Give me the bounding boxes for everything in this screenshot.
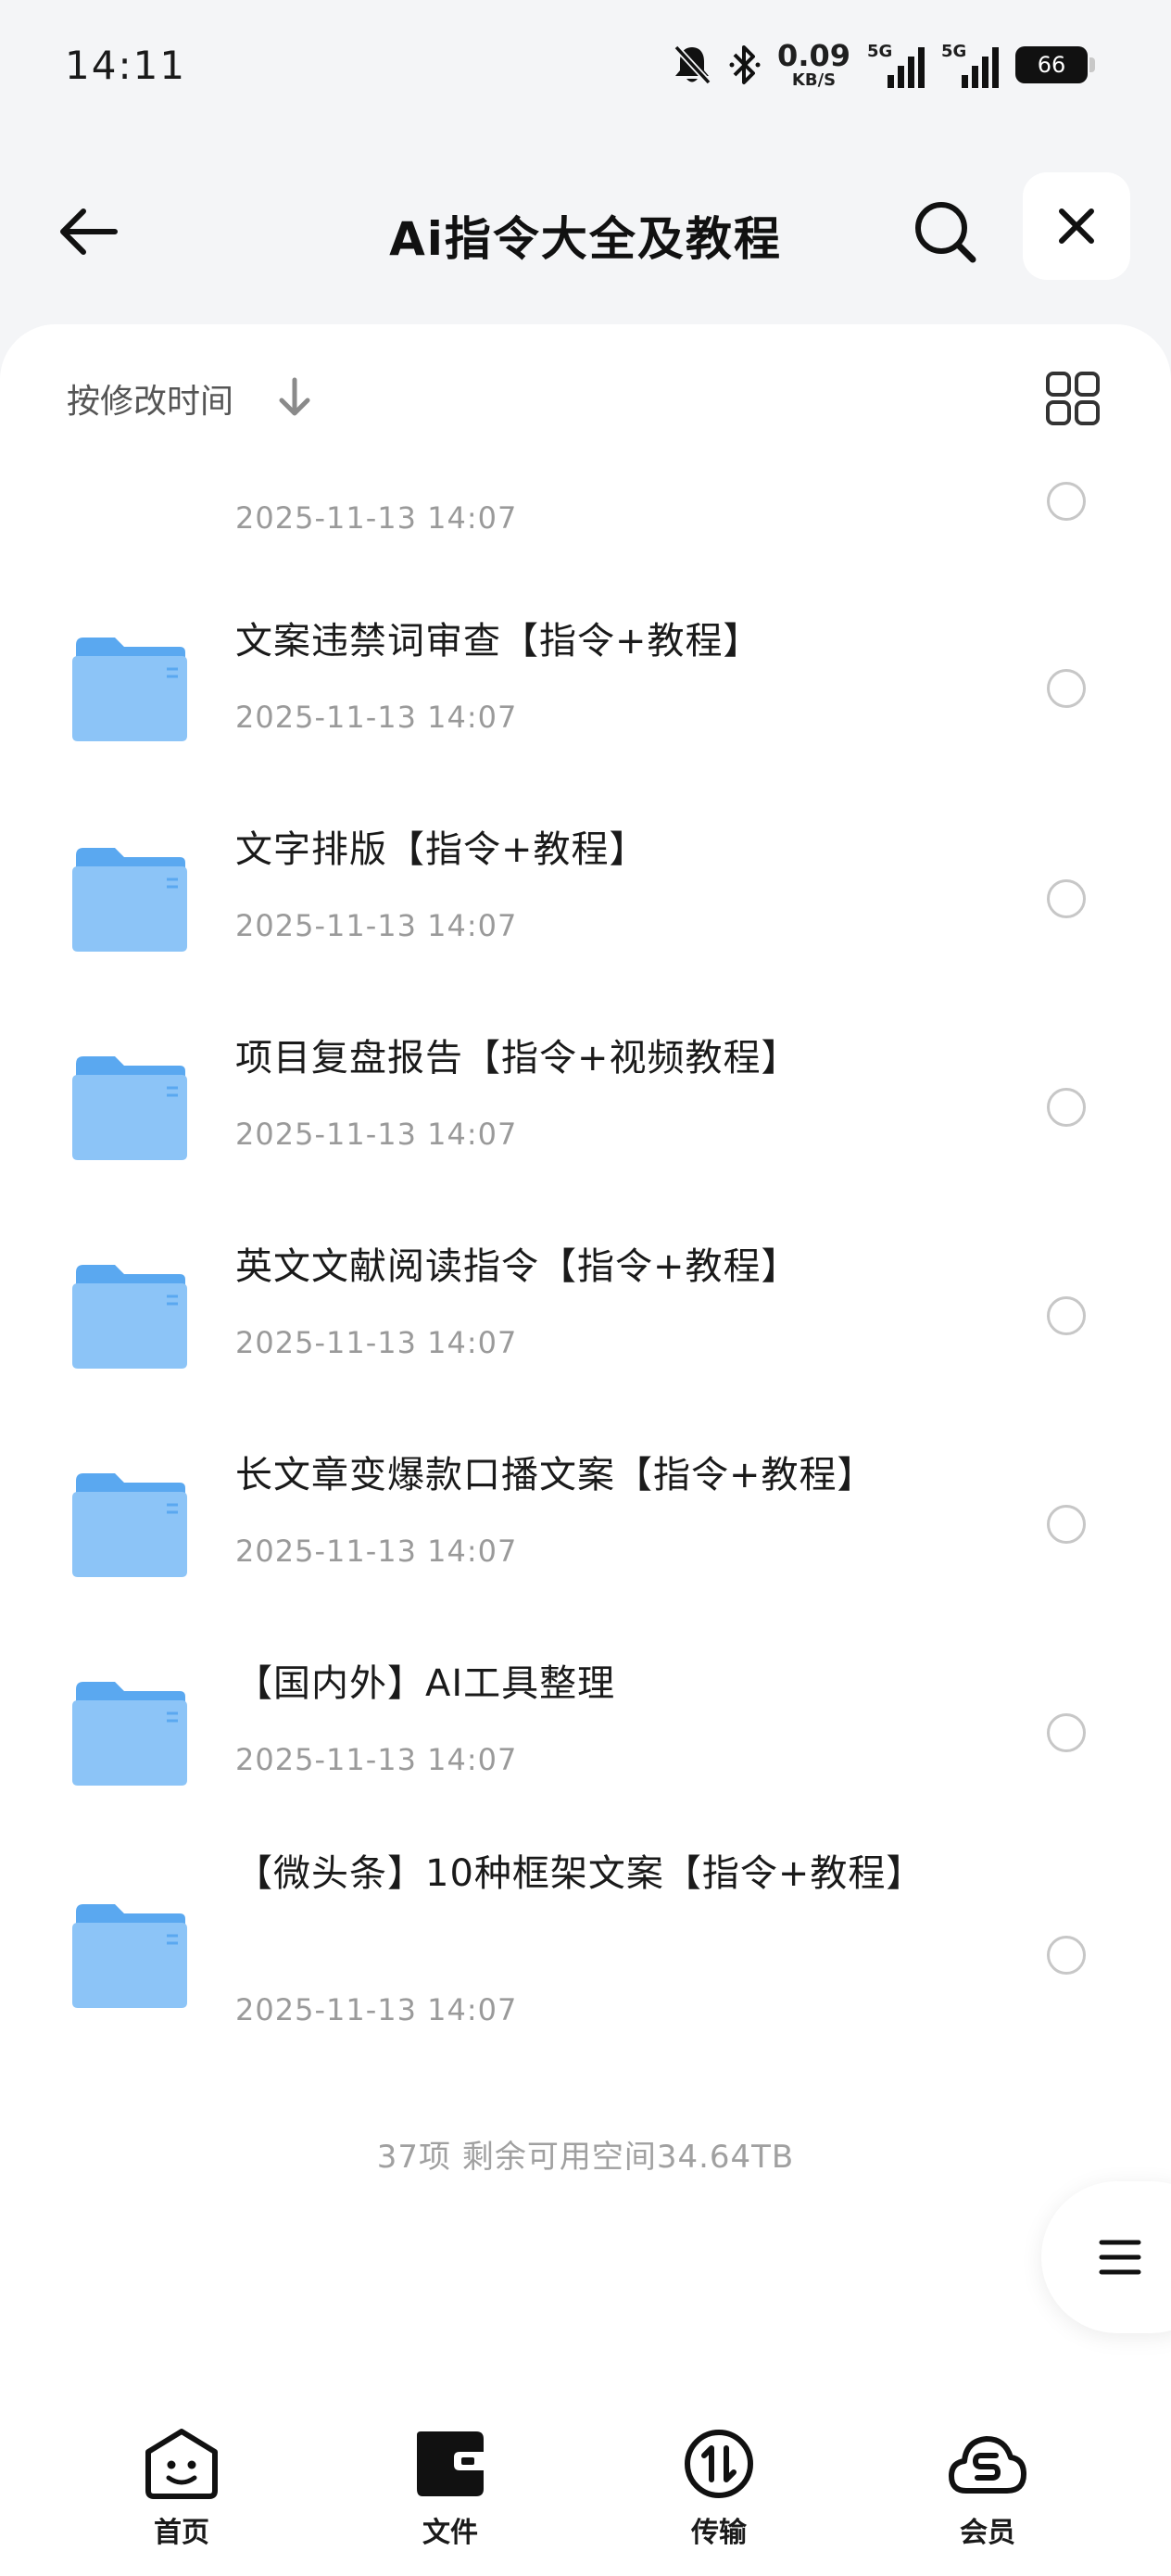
file-date: 2025-11-13 14:07 [235,1117,518,1152]
battery-level: 66 [1037,52,1066,78]
home-face-icon [145,2429,218,2499]
select-radio[interactable] [1047,1296,1086,1335]
folder-icon [72,1265,187,1369]
signal-sim1: 5G [867,42,925,88]
folder-icon [72,1056,187,1160]
nav-item-transfer[interactable]: 传输 [626,2428,812,2567]
file-date: 2025-11-13 14:07 [235,1992,518,2027]
signal-sim2: 5G [941,42,999,88]
close-button[interactable] [1023,172,1130,280]
nav-item-label: 传输 [691,2517,747,2549]
member-cloud-icon [949,2436,1026,2494]
select-radio[interactable] [1047,1713,1086,1752]
sort-by-modified-button[interactable]: 按修改时间 [67,374,233,423]
file-name: 【国内外】AI工具整理 [235,1662,616,1705]
select-radio[interactable] [1047,1088,1086,1127]
file-name: 英文文献阅读指令【指令+教程】 [235,1245,800,1288]
nav-item-label: 文件 [422,2517,478,2549]
file-date: 2025-11-13 14:07 [235,908,518,943]
close-icon [1059,208,1094,244]
file-date: 2025-11-13 14:07 [235,1534,518,1569]
bottom-nav: 首页 文件 传输 会员 [0,2409,1171,2576]
folder-icon [417,2431,484,2496]
folder-icon [72,1473,187,1577]
select-radio[interactable] [1047,1505,1086,1544]
status-icons: 0.09 KB/S 5G 5G 66 [672,39,1095,91]
nav-item-files[interactable]: 文件 [358,2428,543,2567]
network-speed-value: 0.09 [777,38,850,73]
select-radio[interactable] [1047,482,1086,521]
file-name: 【微头条】10种框架文案【指令+教程】 [235,1852,925,1895]
header: Ai指令大全及教程 [0,167,1171,287]
file-name: 长文章变爆款口播文案【指令+教程】 [235,1454,875,1496]
nav-item-label: 首页 [154,2517,209,2549]
sort-bar: 按修改时间 [0,324,1171,463]
storage-summary: 37项 剩余可用空间34.64TB [376,2139,795,2176]
folder-icon [72,1904,187,2008]
select-radio[interactable] [1047,669,1086,708]
status-time: 14:11 [65,43,187,88]
signal-bars-icon [888,47,925,88]
file-date: 2025-11-13 14:07 [235,1325,518,1360]
folder-icon [72,638,187,741]
file-date: 2025-11-13 14:07 [235,700,518,735]
search-icon [915,202,976,263]
nav-item-member[interactable]: 会员 [895,2428,1080,2567]
menu-icon [1099,2240,1141,2275]
bluetooth-icon [729,45,761,84]
arrow-down-icon[interactable] [276,376,313,419]
search-button[interactable] [908,195,982,269]
page-title: Ai指令大全及教程 [389,212,782,266]
select-radio[interactable] [1047,1936,1086,1975]
signal-bars-icon [962,47,999,88]
status-bar: 14:11 0.09 KB/S 5G 5G 66 [0,0,1171,139]
folder-icon [72,1682,187,1786]
folder-icon [72,848,187,952]
file-name: 文案违禁词审查【指令+教程】 [235,620,762,663]
file-list-panel: 按修改时间 2025-11-13 14:07 文案违禁词审查【指令+教程】 2025… [0,324,1171,2409]
file-date: 2025-11-13 14:07 [235,1742,518,1777]
file-browser-screen: 14:11 0.09 KB/S 5G 5G 66 Ai指令大全及教程 按修改时间… [0,0,1171,2576]
grid-view-icon[interactable] [1045,371,1101,426]
nav-item-home[interactable]: 首页 [89,2428,274,2567]
file-name: 文字排版【指令+教程】 [235,828,648,871]
select-radio[interactable] [1047,879,1086,918]
bell-muted-icon [674,44,711,85]
nav-item-label: 会员 [960,2517,1015,2549]
network-speed-unit: KB/S [791,70,837,90]
transfer-icon [685,2430,753,2498]
network-speed: 0.09 KB/S [777,41,850,89]
file-date: 2025-11-13 14:07 [235,500,518,536]
battery-icon: 66 [1015,46,1095,83]
file-name: 项目复盘报告【指令+视频教程】 [235,1037,800,1080]
